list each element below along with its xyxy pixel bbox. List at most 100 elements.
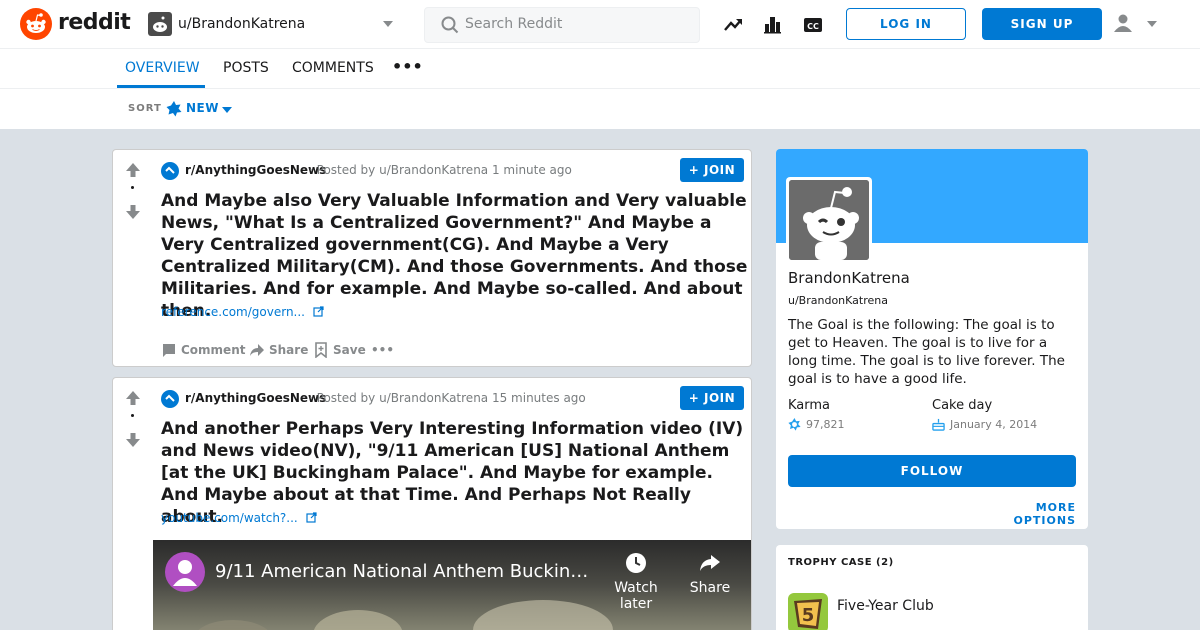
share-button[interactable]: Share bbox=[249, 340, 309, 360]
snoo-avatar-icon bbox=[789, 180, 869, 260]
post-link-text: reference.com/govern... bbox=[161, 305, 305, 319]
reddit-wordmark[interactable]: reddit bbox=[58, 10, 131, 35]
comment-icon bbox=[163, 344, 175, 357]
chevron-down-icon bbox=[382, 20, 394, 28]
post-card[interactable]: r/AnythingGoesNews · Posted by u/Brandon… bbox=[112, 149, 752, 367]
tab-overview[interactable]: OVERVIEW bbox=[125, 60, 200, 76]
post-link[interactable]: youtube.com/watch?... bbox=[161, 511, 317, 525]
cake-day-stat: January 4, 2014 bbox=[932, 417, 1082, 433]
video-frame-detail bbox=[313, 610, 403, 630]
join-label: JOIN bbox=[704, 391, 736, 405]
video-frame-detail bbox=[473, 600, 613, 630]
join-button[interactable]: + JOIN bbox=[680, 386, 744, 410]
trophy-case-card: TROPHY CASE (2) 5 Five-Year Club bbox=[776, 545, 1088, 630]
sort-bar: SORT NEW bbox=[0, 89, 1200, 129]
chevron-down-icon bbox=[1146, 20, 1158, 28]
post-title[interactable]: And Maybe also Very Valuable Information… bbox=[161, 190, 749, 322]
join-button[interactable]: + JOIN bbox=[680, 158, 744, 182]
karma-value: 97,821 bbox=[806, 418, 845, 431]
join-label: JOIN bbox=[704, 163, 736, 177]
subreddit-icon[interactable] bbox=[161, 390, 179, 408]
profile-display-name: BrandonKatrena bbox=[788, 269, 910, 287]
user-avatar-icon bbox=[148, 12, 172, 36]
login-button[interactable]: LOG IN bbox=[846, 8, 966, 40]
vote-score-dot bbox=[131, 186, 134, 189]
trending-icon[interactable] bbox=[722, 14, 744, 36]
top-header: reddit u/BrandonKatrena CC LOG IN SI bbox=[0, 0, 1200, 49]
post-card[interactable]: r/AnythingGoesNews · Posted by u/Brandon… bbox=[112, 377, 752, 630]
external-link-icon bbox=[313, 306, 324, 317]
external-link-icon bbox=[305, 512, 317, 523]
share-icon bbox=[250, 344, 264, 356]
post-byline: · Posted by u/BrandonKatrena 15 minutes … bbox=[309, 391, 586, 405]
downvote-arrow-icon[interactable] bbox=[125, 204, 141, 220]
subreddit-link[interactable]: r/AnythingGoesNews bbox=[185, 391, 326, 405]
share-label: Share bbox=[269, 343, 309, 357]
search-icon bbox=[441, 16, 459, 34]
profile-avatar[interactable] bbox=[786, 177, 872, 263]
upvote-arrow-icon[interactable] bbox=[125, 162, 141, 178]
karma-stat: 97,821 bbox=[788, 417, 908, 433]
cake-icon bbox=[932, 418, 945, 431]
post-link-text: youtube.com/watch?... bbox=[161, 511, 298, 525]
video-share-button[interactable]: Share bbox=[687, 552, 733, 596]
video-share-label: Share bbox=[689, 580, 731, 596]
vote-score-dot bbox=[131, 414, 134, 417]
downvote-arrow-icon[interactable] bbox=[125, 432, 141, 448]
sort-value: NEW bbox=[186, 101, 219, 115]
sort-label: SORT bbox=[128, 103, 162, 114]
karma-label: Karma bbox=[788, 398, 831, 413]
comment-label: Comment bbox=[181, 343, 246, 357]
karma-icon bbox=[788, 418, 801, 431]
profile-handle: u/BrandonKatrena bbox=[788, 294, 888, 307]
trophy-name: Five-Year Club bbox=[837, 598, 934, 614]
search-input[interactable] bbox=[465, 16, 685, 32]
comment-button[interactable]: Comment bbox=[161, 340, 245, 360]
video-embed[interactable]: 9/11 American National Anthem Buckingham… bbox=[153, 540, 751, 630]
follow-button[interactable]: FOLLOW bbox=[788, 455, 1076, 487]
more-actions-button[interactable]: ••• bbox=[371, 340, 395, 360]
signup-button[interactable]: SIGN UP bbox=[982, 8, 1102, 40]
svg-text:CC: CC bbox=[807, 22, 819, 31]
more-options-link[interactable]: MORE OPTIONS bbox=[976, 501, 1076, 527]
cake-day-value: January 4, 2014 bbox=[950, 418, 1038, 431]
closed-caption-icon[interactable]: CC bbox=[802, 14, 824, 36]
tab-more-button[interactable]: ••• bbox=[392, 57, 423, 76]
save-button[interactable]: Save bbox=[313, 340, 373, 360]
more-actions-label: ••• bbox=[371, 343, 395, 357]
sort-dropdown[interactable]: NEW bbox=[166, 99, 236, 119]
five-year-club-trophy-icon[interactable]: 5 bbox=[788, 593, 828, 630]
post-byline: · Posted by u/BrandonKatrena 1 minute ag… bbox=[309, 163, 572, 177]
tab-comments[interactable]: COMMENTS bbox=[292, 60, 374, 76]
reddit-logo-icon[interactable] bbox=[20, 8, 52, 40]
subreddit-link[interactable]: r/AnythingGoesNews bbox=[185, 163, 326, 177]
trophy-case-title: TROPHY CASE (2) bbox=[788, 557, 894, 568]
profile-bio: The Goal is the following: The goal is t… bbox=[788, 317, 1065, 387]
watch-later-label: Watch later bbox=[614, 580, 658, 612]
community-switcher[interactable]: u/BrandonKatrena bbox=[146, 10, 402, 40]
user-menu-dropdown[interactable] bbox=[1112, 12, 1162, 38]
stats-icon[interactable] bbox=[762, 14, 784, 36]
chevron-down-icon bbox=[222, 107, 232, 113]
search-box[interactable] bbox=[424, 7, 700, 43]
channel-avatar-icon[interactable] bbox=[165, 552, 205, 592]
tab-posts[interactable]: POSTS bbox=[223, 60, 269, 76]
subreddit-icon[interactable] bbox=[161, 162, 179, 180]
svg-text:5: 5 bbox=[802, 605, 815, 626]
watch-later-button[interactable]: Watch later bbox=[599, 552, 673, 612]
clock-icon bbox=[626, 553, 646, 573]
profile-tabs: OVERVIEW POSTS COMMENTS ••• bbox=[0, 49, 1200, 89]
save-bookmark-icon bbox=[315, 342, 327, 358]
user-icon bbox=[1112, 12, 1134, 34]
save-label: Save bbox=[333, 343, 366, 357]
video-frame-detail bbox=[193, 620, 273, 630]
post-link[interactable]: reference.com/govern... bbox=[161, 305, 324, 319]
share-arrow-icon bbox=[700, 555, 720, 571]
upvote-arrow-icon[interactable] bbox=[125, 390, 141, 406]
active-tab-indicator bbox=[117, 85, 205, 88]
new-sparkle-icon bbox=[166, 101, 182, 117]
profile-card: BrandonKatrena u/BrandonKatrena The Goal… bbox=[776, 149, 1088, 529]
current-user-label: u/BrandonKatrena bbox=[178, 16, 306, 32]
cake-day-label: Cake day bbox=[932, 398, 993, 413]
video-title[interactable]: 9/11 American National Anthem Buckingham… bbox=[215, 561, 595, 582]
